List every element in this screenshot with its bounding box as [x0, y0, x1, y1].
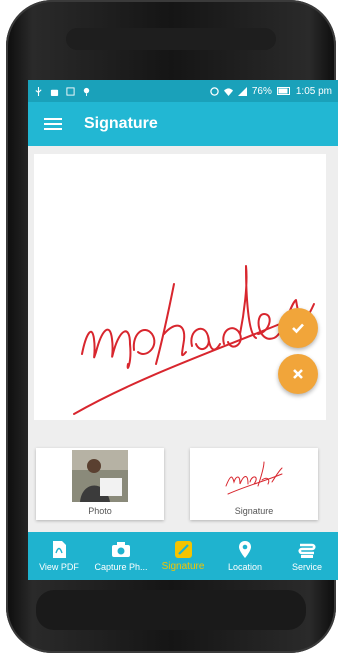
phone-frame: 76% 1:05 pm Signature Photo Signature Vi… [6, 0, 338, 653]
nav-capture-photo[interactable]: Capture Ph... [90, 532, 152, 580]
nav-signature-label: Signature [161, 561, 205, 572]
usb-icon [35, 86, 42, 96]
android-icon [50, 89, 59, 96]
sync-icon [210, 86, 219, 96]
hamburger-menu-icon[interactable] [44, 118, 62, 130]
status-bar: 76% 1:05 pm [28, 80, 338, 102]
pen-icon [174, 540, 192, 558]
gallery-icon [66, 86, 75, 96]
battery-icon [276, 87, 290, 95]
app-toolbar: Signature [28, 102, 338, 146]
accept-signature-button[interactable] [278, 308, 318, 348]
check-icon [292, 323, 304, 334]
location-pin-icon [239, 541, 251, 558]
phone-chin [36, 590, 306, 630]
battery-percent: 76% [251, 85, 272, 97]
service-icon [298, 543, 316, 558]
pin-icon [83, 87, 90, 96]
nav-service[interactable]: Service [276, 532, 338, 580]
signature-label: Signature [234, 506, 274, 516]
earpiece-speaker [66, 28, 276, 50]
nav-signature[interactable]: Signature [152, 532, 214, 580]
nav-view-pdf-label: View PDF [39, 561, 79, 572]
pdf-icon [53, 541, 66, 558]
photo-preview [72, 450, 128, 502]
app-screen: 76% 1:05 pm Signature Photo Signature Vi… [28, 80, 338, 580]
nav-location-label: Location [227, 561, 263, 572]
nav-capture-photo-label: Capture Ph... [94, 561, 148, 572]
signature-thumbnail[interactable]: Signature [190, 448, 318, 520]
status-time: 1:05 pm [295, 85, 332, 97]
wifi-icon [223, 87, 233, 96]
signal-icon [237, 86, 247, 96]
photo-thumbnail[interactable]: Photo [36, 448, 164, 520]
clear-signature-button[interactable] [278, 354, 318, 394]
nav-service-label: Service [291, 561, 322, 572]
photo-label: Photo [88, 506, 112, 516]
nav-location[interactable]: Location [214, 532, 276, 580]
attachments-row: Photo Signature [36, 448, 330, 522]
signature-preview [225, 461, 283, 495]
bottom-navigation: View PDF Capture Ph... Signature Locatio… [28, 532, 338, 580]
camera-icon [112, 542, 130, 557]
close-icon [293, 369, 303, 379]
nav-view-pdf[interactable]: View PDF [28, 532, 90, 580]
page-title: Signature [84, 115, 158, 132]
